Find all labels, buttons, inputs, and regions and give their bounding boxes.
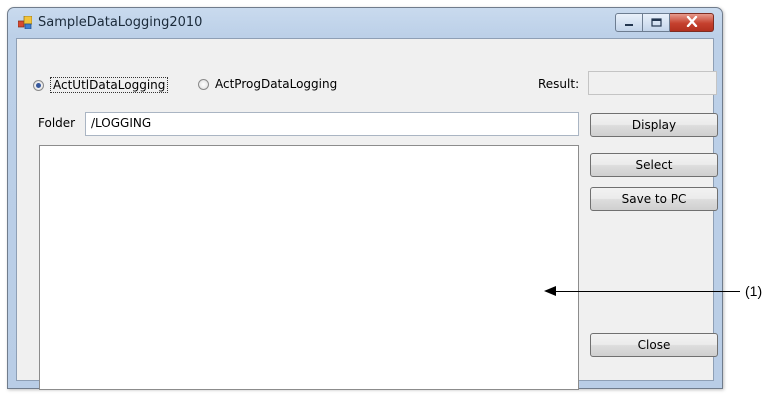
save-to-pc-button[interactable]: Save to PC	[590, 187, 718, 211]
minimize-icon	[624, 16, 634, 30]
app-window-icon	[17, 15, 33, 30]
select-button[interactable]: Select	[590, 153, 718, 177]
radio-actprog-datalogging[interactable]: ActProgDataLogging	[198, 77, 337, 91]
window-title: SampleDataLogging2010	[38, 15, 203, 30]
close-icon	[686, 15, 698, 30]
callout-label: (1)	[745, 283, 763, 299]
display-button[interactable]: Display	[590, 113, 718, 137]
minimize-button[interactable]	[615, 13, 643, 32]
callout-leader-line	[556, 291, 740, 292]
result-label: Result:	[538, 77, 580, 91]
folder-input[interactable]: /LOGGING	[85, 112, 579, 136]
radio-actutl-datalogging[interactable]: ActUtlDataLogging	[33, 77, 169, 93]
client-area: ActUtlDataLogging ActProgDataLogging Res…	[16, 38, 718, 390]
caption-buttons	[615, 13, 714, 33]
radio-label: ActProgDataLogging	[215, 77, 338, 91]
callout-arrow-icon	[544, 286, 556, 296]
close-button[interactable]: Close	[590, 333, 718, 357]
radio-selected-indicator	[33, 79, 44, 91]
title-bar[interactable]: SampleDataLogging2010	[8, 8, 722, 38]
close-window-button[interactable]	[670, 13, 714, 32]
result-field	[588, 71, 717, 95]
file-listbox[interactable]	[39, 145, 579, 390]
radio-unselected-indicator	[198, 78, 209, 90]
application-window: SampleDataLogging2010 ActUtlDataLogging …	[7, 7, 723, 390]
maximize-button[interactable]	[643, 13, 670, 32]
radio-label: ActUtlDataLogging	[50, 77, 169, 93]
folder-label: Folder	[38, 116, 76, 130]
maximize-icon	[650, 16, 662, 30]
